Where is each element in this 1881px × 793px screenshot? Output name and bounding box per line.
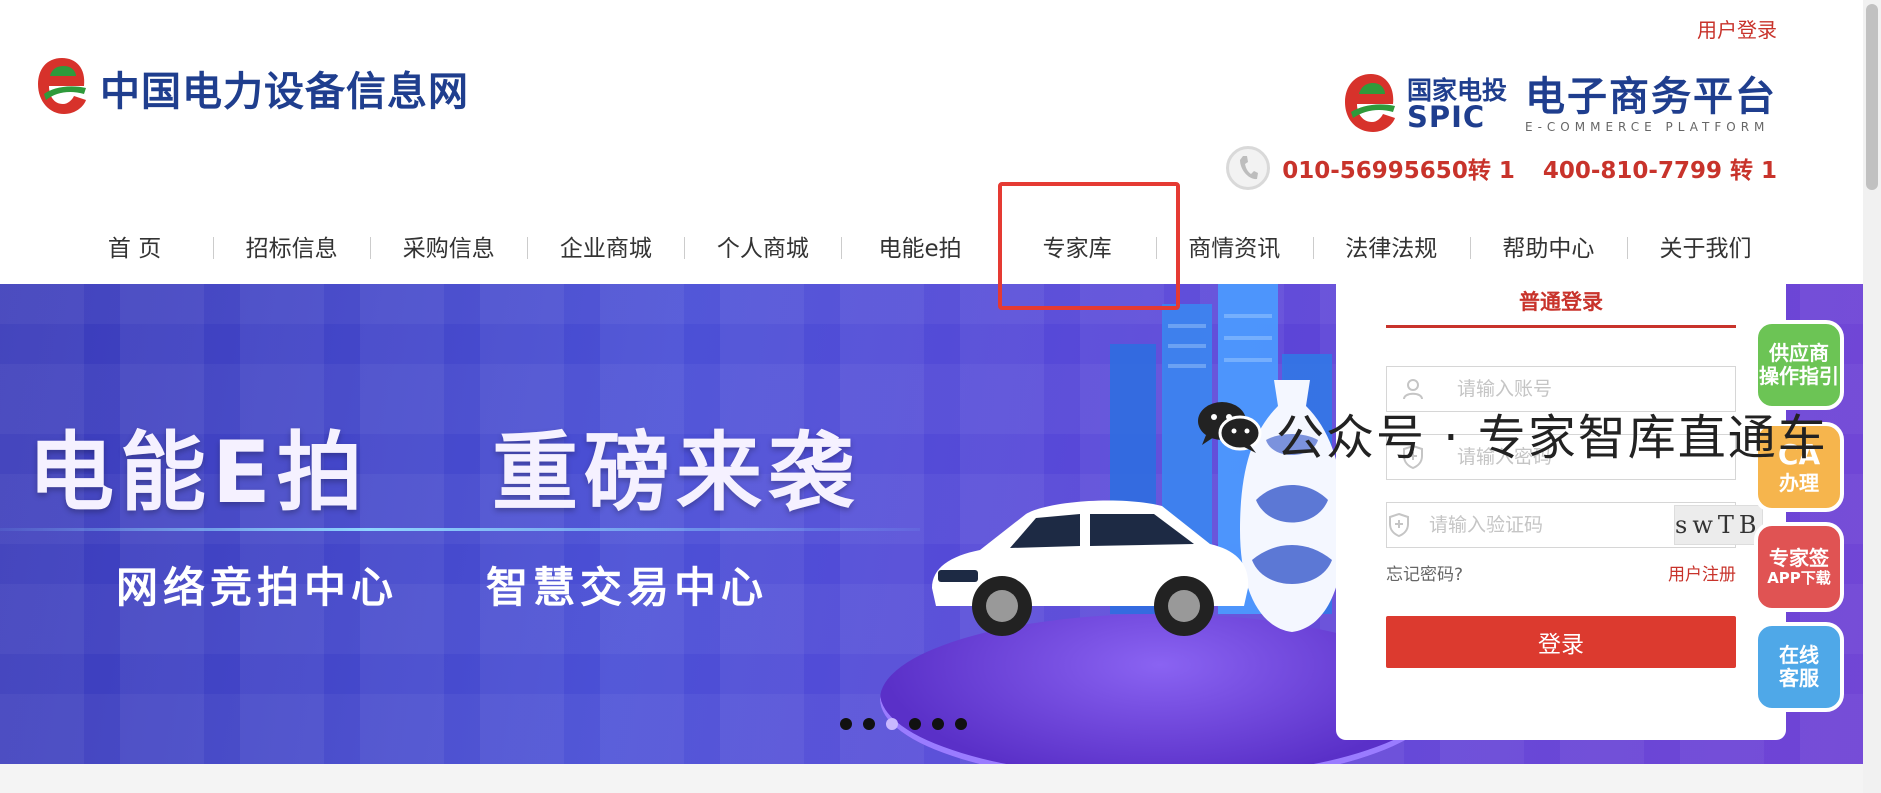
spic-logo-icon [1341,70,1397,140]
carousel-dot[interactable] [863,718,875,730]
site-title: 中国电力设备信息网 [100,69,469,115]
side-button-line2: APP下载 [1767,568,1831,587]
side-button-line1: 在线 [1779,643,1819,667]
nav-item-expert-library[interactable]: 专家库 [998,229,1156,263]
login-button[interactable]: 登录 [1386,616,1736,668]
nav-item-e-auction[interactable]: 电能e拍 [841,229,998,263]
carousel-dot[interactable] [909,718,921,730]
supplier-guide-button[interactable]: 供应商 操作指引 [1754,320,1844,410]
wechat-icon [1196,399,1262,467]
ecommerce-subtitle: E-COMMERCE PLATFORM [1525,120,1770,134]
phone-icon [1226,146,1271,190]
tab-normal-login[interactable]: 普通登录 [1386,284,1736,328]
banner-headline-right: 重磅来袭 [492,423,860,523]
side-button-line2: 操作指引 [1759,364,1839,388]
side-button-line2: 办理 [1779,470,1819,495]
nav-item-home[interactable]: 首 页 [56,229,213,263]
page-scrollbar[interactable] [1863,0,1881,793]
nav-item-personal-mall[interactable]: 个人商城 [684,229,841,263]
expert-sign-app-button[interactable]: 专家签 APP下载 [1754,522,1844,612]
captcha-input[interactable] [1411,513,1674,537]
carousel-dots [840,718,967,730]
suv-car-illustration [932,500,1249,636]
main-nav: 首 页 招标信息 采购信息 企业商城 个人商城 电能e拍 专家库 商情资讯 法律… [56,220,1784,272]
captcha-image[interactable]: swTB [1674,505,1763,545]
user-login-link[interactable]: 用户登录 [1697,14,1777,43]
banner-headline-left: 电能E拍 [28,423,369,523]
login-panel: 普通登录 swTB 忘记密码? 用户注册 登录 [1336,284,1786,740]
hotline: 010-56995650转 1 400-810-7799 转 1 [1226,146,1777,190]
nav-item-enterprise-mall[interactable]: 企业商城 [527,229,684,263]
nav-item-laws[interactable]: 法律法规 [1312,229,1470,263]
nav-item-help-center[interactable]: 帮助中心 [1469,229,1627,263]
forgot-password-link[interactable]: 忘记密码? [1386,560,1463,585]
online-service-button[interactable]: 在线 客服 [1754,622,1844,712]
banner-subtitle-left: 网络竞拍中心 [116,563,399,612]
spic-brand: 国家电投 SPIC 电子商务平台 E-COMMERCE PLATFORM [1341,70,1777,140]
shield-icon [1387,512,1411,538]
side-button-line2: 客服 [1779,666,1819,690]
nav-item-about-us[interactable]: 关于我们 [1626,229,1784,263]
nav-item-business-news[interactable]: 商情资讯 [1155,229,1313,263]
nav-item-procurement-info[interactable]: 采购信息 [370,229,527,263]
carousel-dot[interactable] [932,718,944,730]
carousel-dot-active[interactable] [886,718,898,730]
banner-subtitle-right: 智慧交易中心 [486,563,769,612]
side-button-line1: 供应商 [1769,341,1829,365]
watermark-text: 公众号 · 专家智库直通车 [1276,410,1828,466]
site-logo[interactable]: 中国电力设备信息网 [34,54,469,122]
ecommerce-title: 电子商务平台 [1525,74,1777,120]
hotline-number-2: 400-810-7799 转 1 [1542,158,1777,184]
captcha-field[interactable]: swTB [1386,502,1763,548]
page-bottom-strip [0,764,1863,793]
carousel-dot[interactable] [955,718,967,730]
side-button-line1: 专家签 [1769,545,1829,570]
wechat-watermark: 公众号 · 专家智库直通车 [1196,398,1828,468]
banner-glow-line [0,528,920,531]
scrollbar-thumb[interactable] [1866,4,1878,190]
nav-item-tender-info[interactable]: 招标信息 [213,229,370,263]
register-link[interactable]: 用户注册 [1668,560,1736,585]
carousel-dot[interactable] [840,718,852,730]
power-logo-icon [34,54,90,122]
spic-en-label: SPIC [1406,100,1486,134]
hotline-number-1: 010-56995650转 1 [1282,158,1515,184]
